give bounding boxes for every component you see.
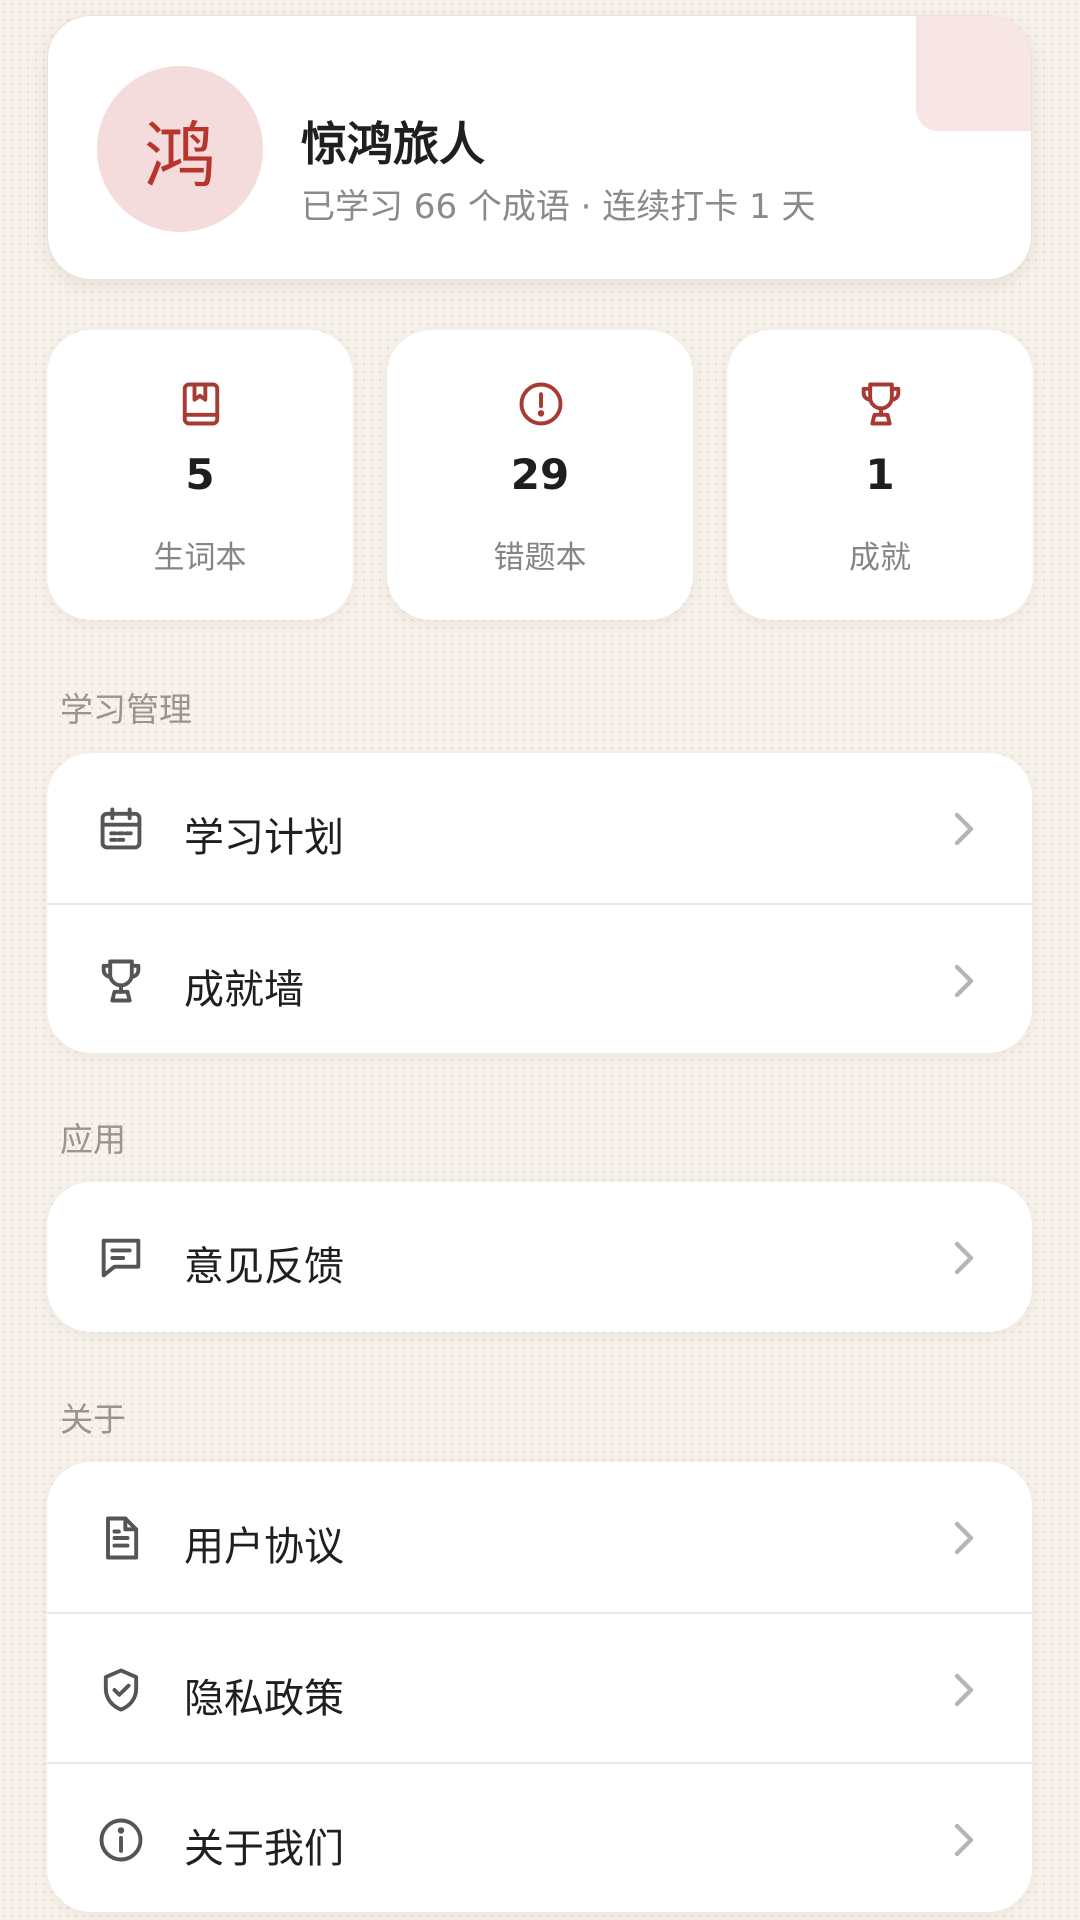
corner-decoration — [916, 16, 1031, 131]
chevron-right-icon — [954, 1823, 974, 1857]
menu-item-feedback[interactable]: 意见反馈 — [47, 1182, 1032, 1332]
menu-label: 关于我们 — [184, 1826, 344, 1872]
achievements-label: 成就 — [849, 540, 911, 576]
trophy-icon — [101, 959, 141, 1003]
section-title-about: 关于 — [60, 1400, 126, 1439]
menu-label: 用户协议 — [184, 1524, 344, 1570]
vocabulary-count: 5 — [185, 450, 215, 499]
alert-circle-icon — [519, 382, 563, 426]
trophy-icon — [861, 382, 901, 426]
menu-item-privacy-policy[interactable]: 隐私政策 — [47, 1612, 1032, 1762]
chevron-right-icon — [954, 1241, 974, 1275]
menu-label: 意见反馈 — [184, 1244, 344, 1290]
vocabulary-label: 生词本 — [153, 540, 247, 576]
stat-card-mistakes[interactable]: 29 错题本 — [387, 330, 693, 620]
menu-card-learning: 学习计划 成就墙 — [47, 753, 1032, 1053]
chevron-right-icon — [954, 964, 974, 998]
menu-card-about: 用户协议 隐私政策 关于我们 — [47, 1462, 1032, 1912]
avatar-character: 鸿 — [143, 113, 216, 198]
username: 惊鸿旅人 — [301, 117, 485, 171]
message-icon — [101, 1238, 141, 1278]
menu-label: 隐私政策 — [184, 1676, 344, 1722]
section-title-app: 应用 — [60, 1120, 126, 1159]
chevron-right-icon — [954, 1521, 974, 1555]
mistakes-count: 29 — [510, 450, 570, 499]
calendar-icon — [100, 807, 142, 850]
info-icon — [99, 1818, 143, 1862]
menu-item-achievement-wall[interactable]: 成就墙 — [47, 903, 1032, 1053]
shield-check-icon — [103, 1668, 139, 1712]
menu-card-app: 意见反馈 — [47, 1182, 1032, 1332]
bookmark-book-icon — [182, 382, 220, 426]
menu-label: 学习计划 — [184, 815, 344, 861]
menu-item-study-plan[interactable]: 学习计划 — [47, 753, 1032, 903]
menu-label: 成就墙 — [184, 967, 304, 1013]
chevron-right-icon — [954, 1673, 974, 1707]
menu-item-about-us[interactable]: 关于我们 — [47, 1762, 1032, 1912]
menu-item-user-agreement[interactable]: 用户协议 — [47, 1462, 1032, 1612]
profile-card[interactable]: 鸿 惊鸿旅人 已学习 66 个成语 · 连续打卡 1 天 — [47, 15, 1032, 280]
stat-card-achievements[interactable]: 1 成就 — [727, 330, 1033, 620]
chevron-right-icon — [954, 812, 974, 846]
achievements-count: 1 — [865, 450, 895, 499]
stat-card-vocabulary[interactable]: 5 生词本 — [47, 330, 353, 620]
learning-summary: 已学习 66 个成语 · 连续打卡 1 天 — [301, 187, 816, 227]
avatar[interactable]: 鸿 — [97, 66, 263, 232]
mistakes-label: 错题本 — [493, 540, 587, 576]
section-title-learning: 学习管理 — [60, 690, 192, 729]
document-icon — [106, 1516, 139, 1560]
